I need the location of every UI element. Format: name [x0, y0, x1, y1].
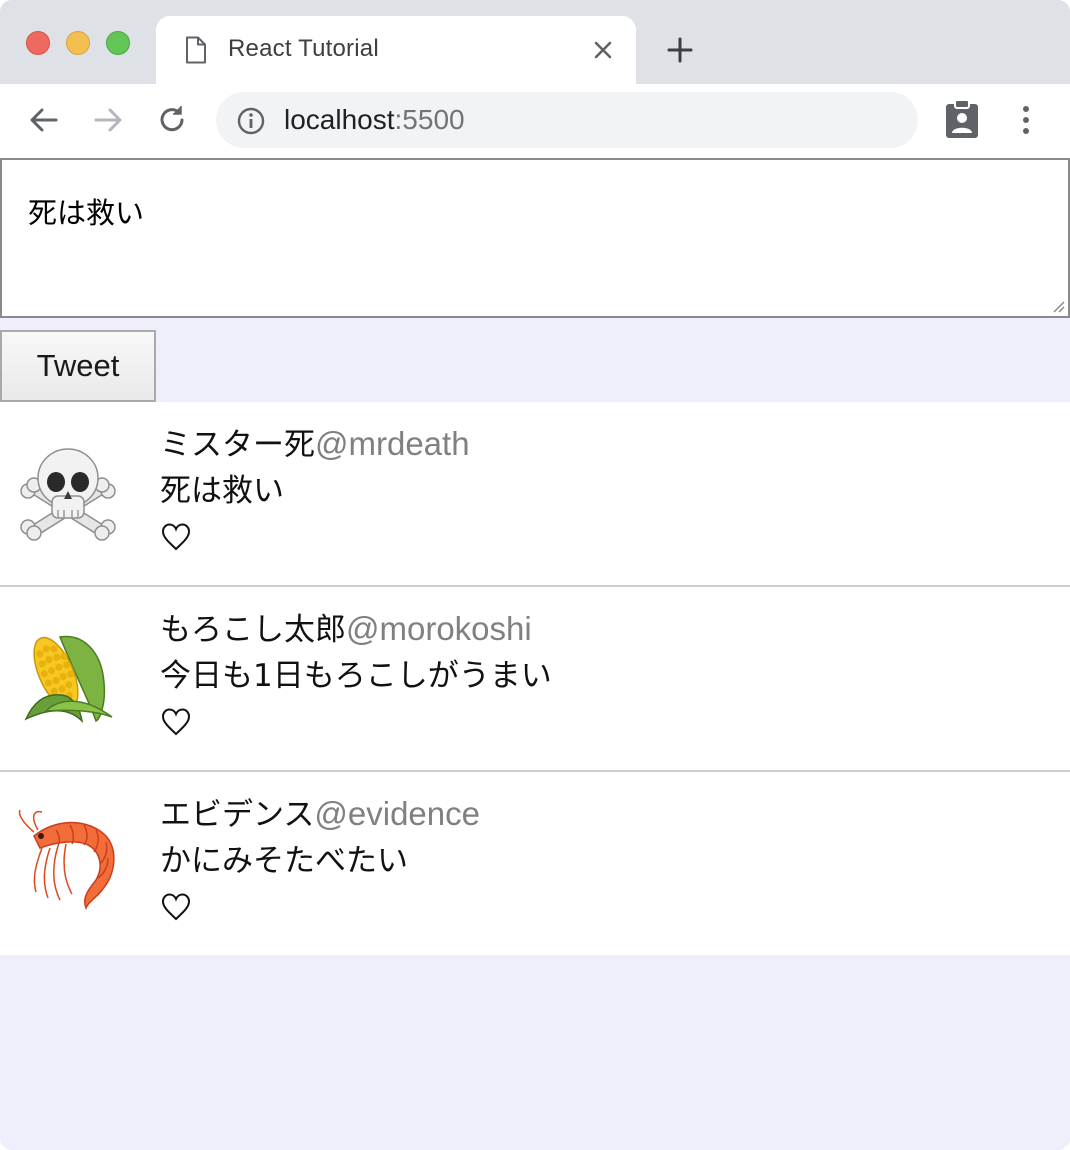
skull-and-crossbones-icon [20, 448, 116, 541]
tweet-item: ミスター死@mrdeath 死は救い [0, 402, 1070, 587]
tweet-author: ミスター死@mrdeath [160, 422, 1040, 466]
author-handle[interactable]: @mrdeath [315, 425, 470, 462]
author-name: ミスター死 [160, 427, 315, 463]
author-handle[interactable]: @evidence [314, 795, 480, 832]
tweet-item: もろこし太郎@morokoshi 今日も1日もろこしがうまい [0, 587, 1070, 772]
new-tab-icon[interactable] [664, 34, 696, 66]
tab-title: React Tutorial [228, 35, 379, 62]
tweet-text: かにみそたべたい [160, 843, 408, 879]
heart-outline-icon[interactable] [160, 891, 192, 923]
url-host: localhost [284, 104, 395, 135]
tweet-item: エビデンス@evidence かにみそたべたい [0, 772, 1070, 955]
more-vert-icon[interactable] [1014, 104, 1038, 136]
tweet-body: エビデンス@evidence かにみそたべたい [160, 792, 1040, 923]
address-url: localhost:5500 [284, 104, 465, 136]
info-icon[interactable] [236, 106, 266, 136]
tweet-body: もろこし太郎@morokoshi 今日も1日もろこしがうまい [160, 607, 1040, 738]
maximize-window-button[interactable] [106, 31, 130, 55]
address-bar[interactable]: localhost:5500 [216, 92, 918, 148]
author-name: もろこし太郎 [160, 612, 346, 648]
resize-grip-icon[interactable] [1050, 298, 1066, 314]
heart-outline-icon[interactable] [160, 706, 192, 738]
author-handle[interactable]: @morokoshi [346, 610, 532, 647]
ear-of-corn-icon [24, 635, 113, 724]
page-content: 死は救い Tweet ミスター死@mrdeath 死は救い もろこし太郎@mor… [0, 158, 1070, 1150]
tab-react-tutorial[interactable]: React Tutorial [156, 16, 636, 84]
tweet-composer-textarea[interactable]: 死は救い [0, 158, 1070, 318]
author-name: エビデンス [160, 797, 315, 833]
heart-outline-icon[interactable] [160, 521, 192, 553]
browser-window: React Tutorial localhost:5500 死は救い Tweet… [0, 0, 1070, 1150]
document-icon [186, 36, 206, 64]
reload-icon[interactable] [154, 102, 190, 138]
clipboard-account-icon[interactable] [944, 98, 980, 140]
tweet-text: 今日も1日もろこしがうまい [160, 658, 552, 694]
url-port: :5500 [394, 104, 465, 135]
tweet-body: ミスター死@mrdeath 死は救い [160, 422, 1040, 553]
tab-strip: React Tutorial [0, 0, 1070, 84]
tweet-text: 死は救い [160, 473, 284, 509]
close-tab-icon[interactable] [592, 39, 614, 61]
browser-toolbar: localhost:5500 [0, 84, 1070, 158]
minimize-window-button[interactable] [66, 31, 90, 55]
back-arrow-icon[interactable] [26, 102, 62, 138]
tweet-author: エビデンス@evidence [160, 792, 1040, 836]
forward-arrow-icon[interactable] [90, 102, 126, 138]
tweet-button[interactable]: Tweet [0, 330, 156, 402]
tweet-author: もろこし太郎@morokoshi [160, 607, 1040, 651]
close-window-button[interactable] [26, 31, 50, 55]
tweet-list: ミスター死@mrdeath 死は救い もろこし太郎@morokoshi 今日も1… [0, 402, 1070, 955]
shrimp-icon [18, 809, 115, 911]
